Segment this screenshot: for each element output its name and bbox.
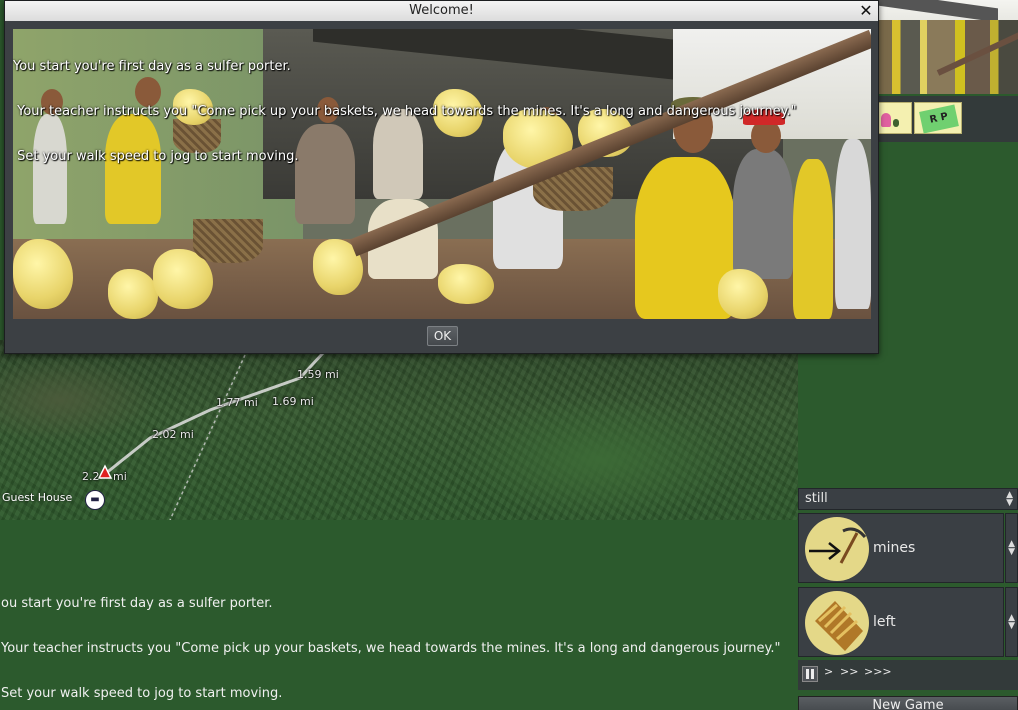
- basket-select[interactable]: left: [798, 587, 1004, 657]
- spinner-arrows-icon: ▲ ▼: [1008, 539, 1015, 557]
- spinner-arrows-icon: ▲ ▼: [1008, 613, 1015, 631]
- distance-label: 2.2: [82, 470, 100, 483]
- arrow-pickaxe-icon: [805, 517, 869, 581]
- dialog-message-line: Set your walk speed to jog to start movi…: [13, 149, 299, 164]
- distance-label: 1.69 mi: [272, 395, 314, 408]
- pause-icon[interactable]: [802, 666, 818, 682]
- destination-label: mines: [873, 540, 916, 556]
- basket-label: left: [873, 614, 896, 630]
- simulation-speed-bar: > >> >>>: [798, 660, 1018, 690]
- ok-button[interactable]: OK: [427, 326, 458, 346]
- new-game-button[interactable]: New Game: [798, 696, 1018, 710]
- distance-label: mi: [113, 470, 127, 483]
- dialog-message-line: Your teacher instructs you "Come pick up…: [13, 104, 797, 119]
- speed-2-button[interactable]: >>: [840, 665, 858, 678]
- message-line: ou start you're first day as a sulfer po…: [1, 596, 273, 611]
- basket-spinner[interactable]: ▲ ▼: [1005, 587, 1018, 657]
- dialog-title: Welcome!: [5, 1, 878, 21]
- dialog-message-line: You start you're first day as a sulfer p…: [13, 59, 291, 74]
- close-icon[interactable]: ✕: [857, 2, 875, 20]
- distance-label: 1.77 mi: [216, 396, 258, 409]
- guest-house-label: Guest House: [2, 491, 73, 504]
- distance-label: 1.59 mi: [297, 368, 339, 381]
- bed-icon[interactable]: ▬: [85, 490, 105, 510]
- sign-token-icon: R P: [914, 102, 962, 134]
- message-log: ou start you're first day as a sulfer po…: [0, 566, 796, 710]
- basket-icon: [805, 591, 869, 655]
- trail-path-layer: [97, 340, 337, 520]
- speed-1-button[interactable]: >: [824, 665, 833, 678]
- destination-spinner[interactable]: ▲ ▼: [1005, 513, 1018, 583]
- trail-map[interactable]: 1.59 mi 1.77 mi 1.69 mi 2.02 mi 2.2 mi G…: [0, 340, 798, 520]
- dialog-message: You start you're first day as a sulfer p…: [13, 29, 797, 194]
- walk-speed-select[interactable]: still ▲ ▼: [798, 488, 1018, 510]
- message-line: Set your walk speed to jog to start movi…: [1, 686, 283, 701]
- welcome-dialog: Welcome! ✕ You start you're first day as…: [4, 0, 879, 354]
- spinner-arrows-icon: ▲ ▼: [1006, 490, 1013, 508]
- destination-select[interactable]: mines: [798, 513, 1004, 583]
- walk-speed-value: still: [805, 491, 828, 506]
- trail-route-line: [99, 340, 337, 480]
- sign-token-text: R P: [919, 104, 959, 134]
- speed-3-button[interactable]: >>>: [864, 665, 892, 678]
- distance-label: 2.02 mi: [152, 428, 194, 441]
- message-line: Your teacher instructs you "Come pick up…: [1, 641, 781, 656]
- scene-thumbnail: [878, 0, 1018, 94]
